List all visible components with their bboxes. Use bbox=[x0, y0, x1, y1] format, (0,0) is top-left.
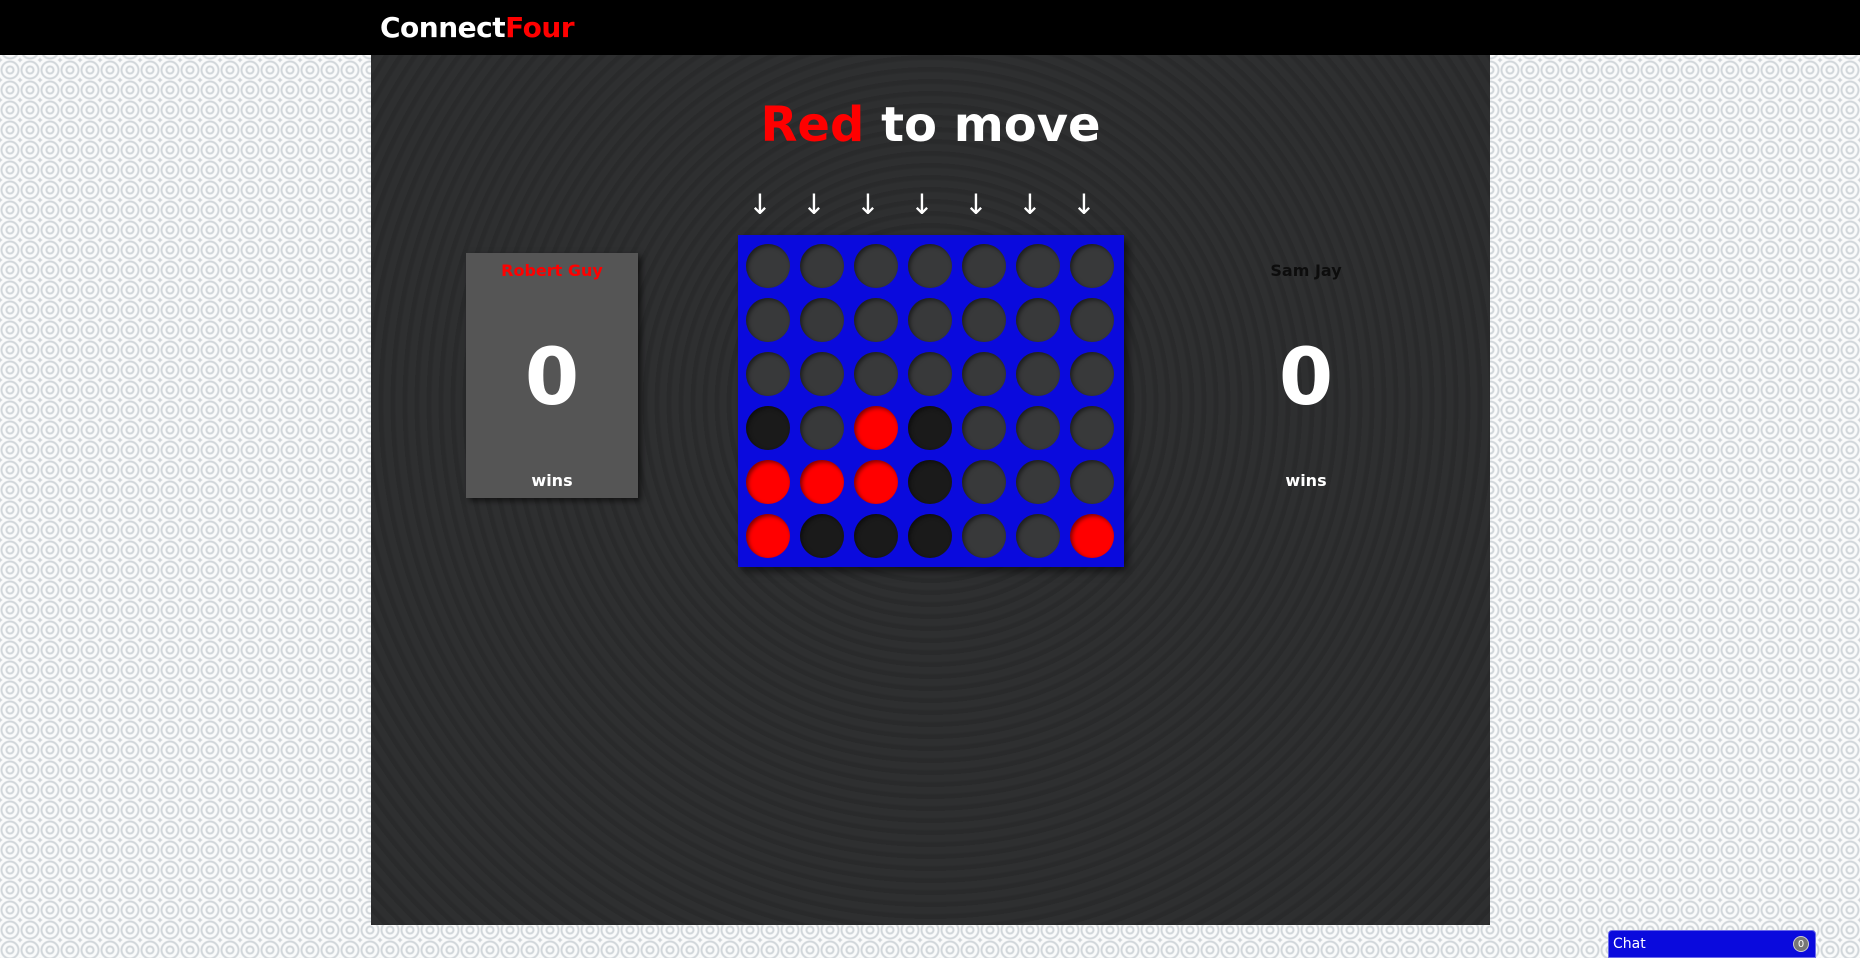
drop-arrow-col-4[interactable]: ↓ bbox=[902, 187, 942, 223]
drop-arrow-col-7[interactable]: ↓ bbox=[1064, 187, 1104, 223]
player1-name: Robert Guy bbox=[501, 261, 603, 280]
board-cell-r1-c5[interactable] bbox=[962, 244, 1006, 288]
board-cell-r2-c7[interactable] bbox=[1070, 298, 1114, 342]
board-cell-r2-c5[interactable] bbox=[962, 298, 1006, 342]
board-cell-r5-c5[interactable] bbox=[962, 460, 1006, 504]
player2-score: 0 bbox=[1278, 333, 1334, 423]
board-cell-r5-c4[interactable] bbox=[908, 460, 952, 504]
board-cell-r2-c2[interactable] bbox=[800, 298, 844, 342]
player2-name: Sam Jay bbox=[1270, 261, 1342, 280]
board-cell-r5-c6[interactable] bbox=[1016, 460, 1060, 504]
top-bar: ConnectFour bbox=[0, 0, 1860, 55]
board-cell-r1-c2[interactable] bbox=[800, 244, 844, 288]
player2-card: Sam Jay 0 wins bbox=[1220, 253, 1392, 498]
board-cell-r1-c6[interactable] bbox=[1016, 244, 1060, 288]
board-cell-r1-c7[interactable] bbox=[1070, 244, 1114, 288]
board-cell-r1-c1[interactable] bbox=[746, 244, 790, 288]
logo-text-connect: Connect bbox=[380, 11, 506, 44]
board-cell-r1-c3[interactable] bbox=[854, 244, 898, 288]
board-cell-r3-c5[interactable] bbox=[962, 352, 1006, 396]
chat-button[interactable]: Chat 0 bbox=[1608, 930, 1816, 958]
board-cell-r6-c5[interactable] bbox=[962, 514, 1006, 558]
board-cell-r6-c3[interactable] bbox=[854, 514, 898, 558]
drop-arrow-col-3[interactable]: ↓ bbox=[848, 187, 888, 223]
chat-label: Chat bbox=[1613, 936, 1646, 952]
board-cell-r2-c1[interactable] bbox=[746, 298, 790, 342]
board-cell-r6-c4[interactable] bbox=[908, 514, 952, 558]
board-cell-r4-c6[interactable] bbox=[1016, 406, 1060, 450]
board-cell-r5-c3[interactable] bbox=[854, 460, 898, 504]
board-cell-r6-c7[interactable] bbox=[1070, 514, 1114, 558]
board-cell-r4-c7[interactable] bbox=[1070, 406, 1114, 450]
board-cell-r6-c6[interactable] bbox=[1016, 514, 1060, 558]
player1-score: 0 bbox=[524, 333, 580, 423]
drop-arrow-col-1[interactable]: ↓ bbox=[740, 187, 780, 223]
board-cell-r5-c7[interactable] bbox=[1070, 460, 1114, 504]
board-cell-r3-c6[interactable] bbox=[1016, 352, 1060, 396]
board-cell-r2-c6[interactable] bbox=[1016, 298, 1060, 342]
board-cell-r2-c3[interactable] bbox=[854, 298, 898, 342]
chat-count-badge: 0 bbox=[1793, 936, 1809, 952]
board-cell-r3-c1[interactable] bbox=[746, 352, 790, 396]
column-drop-arrows: ↓ ↓ ↓ ↓ ↓ ↓ ↓ bbox=[740, 187, 1118, 223]
board-cell-r3-c4[interactable] bbox=[908, 352, 952, 396]
board-cell-r3-c2[interactable] bbox=[800, 352, 844, 396]
player2-wins-label: wins bbox=[1285, 471, 1327, 490]
board-cell-r6-c2[interactable] bbox=[800, 514, 844, 558]
turn-text: to move bbox=[881, 97, 1101, 153]
app-logo[interactable]: ConnectFour bbox=[380, 11, 575, 44]
board-cell-r1-c4[interactable] bbox=[908, 244, 952, 288]
board-cell-r6-c1[interactable] bbox=[746, 514, 790, 558]
board-cell-r4-c5[interactable] bbox=[962, 406, 1006, 450]
board-cell-r5-c1[interactable] bbox=[746, 460, 790, 504]
turn-indicator: Red to move bbox=[371, 97, 1490, 153]
board-cell-r3-c3[interactable] bbox=[854, 352, 898, 396]
drop-arrow-col-2[interactable]: ↓ bbox=[794, 187, 834, 223]
board-cell-r2-c4[interactable] bbox=[908, 298, 952, 342]
board-cell-r4-c3[interactable] bbox=[854, 406, 898, 450]
player1-wins-label: wins bbox=[531, 471, 573, 490]
logo-text-four: Four bbox=[505, 11, 575, 44]
game-board bbox=[738, 235, 1124, 567]
player1-card: Robert Guy 0 wins bbox=[466, 253, 638, 498]
board-cell-r5-c2[interactable] bbox=[800, 460, 844, 504]
turn-color: Red bbox=[760, 97, 865, 153]
board-cell-r4-c4[interactable] bbox=[908, 406, 952, 450]
board-cell-r3-c7[interactable] bbox=[1070, 352, 1114, 396]
board-cell-r4-c2[interactable] bbox=[800, 406, 844, 450]
board-cell-r4-c1[interactable] bbox=[746, 406, 790, 450]
drop-arrow-col-5[interactable]: ↓ bbox=[956, 187, 996, 223]
drop-arrow-col-6[interactable]: ↓ bbox=[1010, 187, 1050, 223]
game-area: Red to move Robert Guy 0 wins ↓ ↓ ↓ ↓ ↓ ↓ ↓ Sa… bbox=[371, 55, 1490, 925]
